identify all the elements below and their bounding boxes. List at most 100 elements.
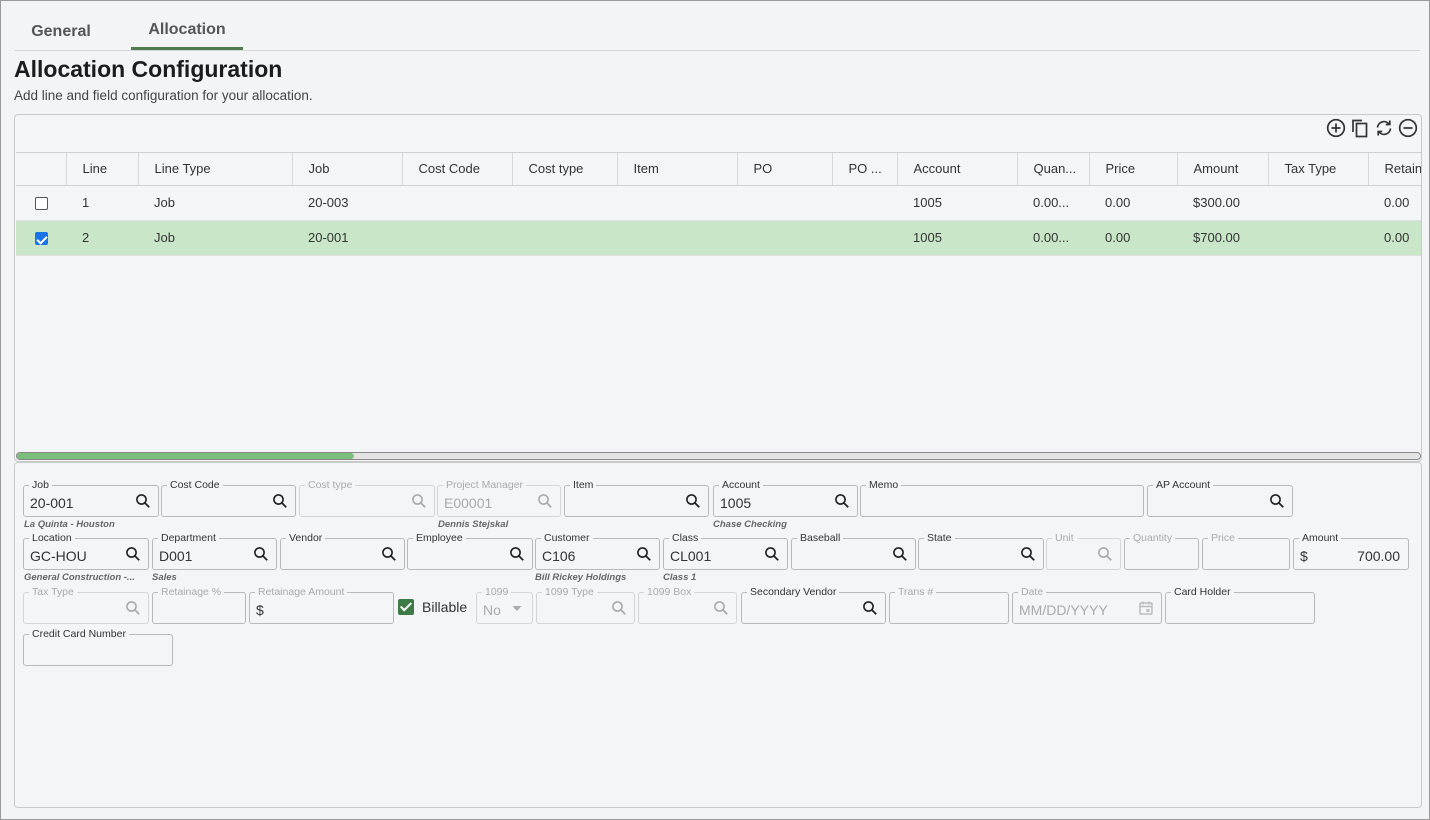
search-icon[interactable] (381, 546, 397, 562)
allocation-table: Line Line Type Job Cost Code Cost type I… (16, 152, 1421, 450)
ap-account-field[interactable]: AP Account (1147, 479, 1293, 517)
column-header-cost-type[interactable]: Cost type (512, 153, 618, 186)
cell-price: 0.00 (1089, 185, 1177, 221)
retainage-percent-field[interactable]: Retainage % (152, 586, 246, 624)
search-icon[interactable] (1020, 546, 1036, 562)
cell-job: 20-003 (292, 185, 402, 221)
1099-select: 1099 No (476, 586, 533, 624)
cell-cost-type (512, 185, 617, 221)
search-icon[interactable] (862, 600, 878, 616)
table-row[interactable]: 2 Job 20-001 1005 0.00... 0.00 $700.00 0… (16, 220, 1421, 256)
retainage-amount-field[interactable]: Retainage Amount $ (249, 586, 394, 624)
search-icon[interactable] (834, 493, 850, 509)
cell-amount: $300.00 (1177, 185, 1268, 221)
vendor-field[interactable]: Vendor (280, 532, 405, 570)
refresh-button[interactable] (1373, 117, 1395, 139)
column-header-item[interactable]: Item (617, 153, 738, 186)
allocation-lines-panel: Line Line Type Job Cost Code Cost type I… (14, 114, 1422, 462)
search-icon[interactable] (125, 546, 141, 562)
memo-field[interactable]: Memo (860, 479, 1144, 517)
secondary-vendor-field[interactable]: Secondary Vendor (741, 586, 886, 624)
currency-symbol: $ (256, 602, 264, 618)
job-field[interactable]: Job 20-001 (23, 479, 159, 517)
location-field[interactable]: Location GC-HOU (23, 532, 149, 570)
search-icon[interactable] (509, 546, 525, 562)
quantity-field[interactable]: Quantity (1124, 532, 1199, 570)
cell-quantity: 0.00... (1017, 220, 1089, 256)
cell-price: 0.00 (1089, 220, 1177, 256)
cost-code-field[interactable]: Cost Code (161, 479, 296, 517)
cell-po-line (832, 220, 897, 256)
card-holder-field[interactable]: Card Holder (1165, 586, 1315, 624)
tab-allocation[interactable]: Allocation (131, 14, 243, 50)
column-header-job[interactable]: Job (292, 153, 403, 186)
add-line-button[interactable] (1325, 117, 1347, 139)
search-icon (713, 600, 729, 616)
column-header-retainage[interactable]: Retain (1368, 153, 1421, 186)
cell-line-type: Job (138, 185, 292, 221)
checkbox-checked-icon[interactable] (398, 599, 414, 615)
amount-field[interactable]: Amount $ 700.00 (1293, 532, 1409, 570)
column-header-cost-code[interactable]: Cost Code (402, 153, 513, 186)
date-placeholder: MM/DD/YYYY (1019, 602, 1108, 618)
scrollbar-thumb[interactable] (17, 453, 354, 459)
column-header-line[interactable]: Line (66, 153, 139, 186)
search-icon (411, 493, 427, 509)
credit-card-number-field[interactable]: Credit Card Number (23, 628, 173, 666)
column-header-price[interactable]: Price (1089, 153, 1178, 186)
column-header-po-line[interactable]: PO ... (832, 153, 898, 186)
search-icon[interactable] (685, 493, 701, 509)
search-icon (1097, 546, 1113, 562)
search-icon[interactable] (1269, 493, 1285, 509)
billable-checkbox[interactable]: Billable (398, 599, 467, 615)
baseball-field[interactable]: Baseball (791, 532, 916, 570)
tab-general[interactable]: General (14, 14, 108, 50)
price-field[interactable]: Price (1202, 532, 1290, 570)
table-row[interactable]: 1 Job 20-003 1005 0.00... 0.00 $300.00 0… (16, 185, 1421, 221)
search-icon[interactable] (272, 493, 288, 509)
search-icon[interactable] (764, 546, 780, 562)
location-description: General Construction -... (24, 572, 135, 583)
tax-type-field: Tax Type (23, 586, 149, 624)
search-icon[interactable] (135, 493, 151, 509)
cell-account: 1005 (897, 185, 1017, 221)
page-subtitle: Add line and field configuration for you… (14, 88, 313, 103)
state-field[interactable]: State (918, 532, 1044, 570)
cell-line: 1 (66, 185, 138, 221)
account-field[interactable]: Account 1005 (713, 479, 858, 517)
column-header-account[interactable]: Account (897, 153, 1018, 186)
column-header-amount[interactable]: Amount (1177, 153, 1269, 186)
job-value: 20-001 (30, 495, 74, 511)
column-header-quantity[interactable]: Quan... (1017, 153, 1090, 186)
cell-item (617, 185, 737, 221)
search-icon[interactable] (636, 546, 652, 562)
column-header-tax-type[interactable]: Tax Type (1268, 153, 1369, 186)
column-header-line-type[interactable]: Line Type (138, 153, 293, 186)
customer-field[interactable]: Customer C106 (535, 532, 660, 570)
remove-line-button[interactable] (1397, 117, 1419, 139)
calendar-icon[interactable] (1138, 600, 1154, 616)
search-icon[interactable] (892, 546, 908, 562)
trans-number-field[interactable]: Trans # (889, 586, 1009, 624)
cell-po (737, 220, 832, 256)
department-field[interactable]: Department D001 (152, 532, 277, 570)
date-field[interactable]: Date MM/DD/YYYY (1012, 586, 1162, 624)
search-icon (537, 493, 553, 509)
column-header-po[interactable]: PO (737, 153, 833, 186)
row-select-checkbox[interactable] (34, 197, 48, 211)
project-manager-field: Project Manager E00001 (437, 479, 561, 517)
search-icon[interactable] (253, 546, 269, 562)
line-details-form: Job 20-001 La Quinta - Houston Cost Code… (14, 462, 1422, 808)
page-title: Allocation Configuration (14, 56, 283, 82)
cost-type-field: Cost type (299, 479, 435, 517)
row-select-checkbox[interactable] (34, 232, 48, 246)
horizontal-scrollbar[interactable] (16, 452, 1421, 460)
cell-quantity: 0.00... (1017, 185, 1089, 221)
copy-line-button[interactable] (1349, 117, 1371, 139)
employee-field[interactable]: Employee (407, 532, 533, 570)
grid-toolbar (1325, 117, 1419, 141)
item-field[interactable]: Item (564, 479, 709, 517)
account-value: 1005 (720, 495, 752, 511)
unit-field: Unit (1046, 532, 1121, 570)
class-field[interactable]: Class CL001 (663, 532, 788, 570)
